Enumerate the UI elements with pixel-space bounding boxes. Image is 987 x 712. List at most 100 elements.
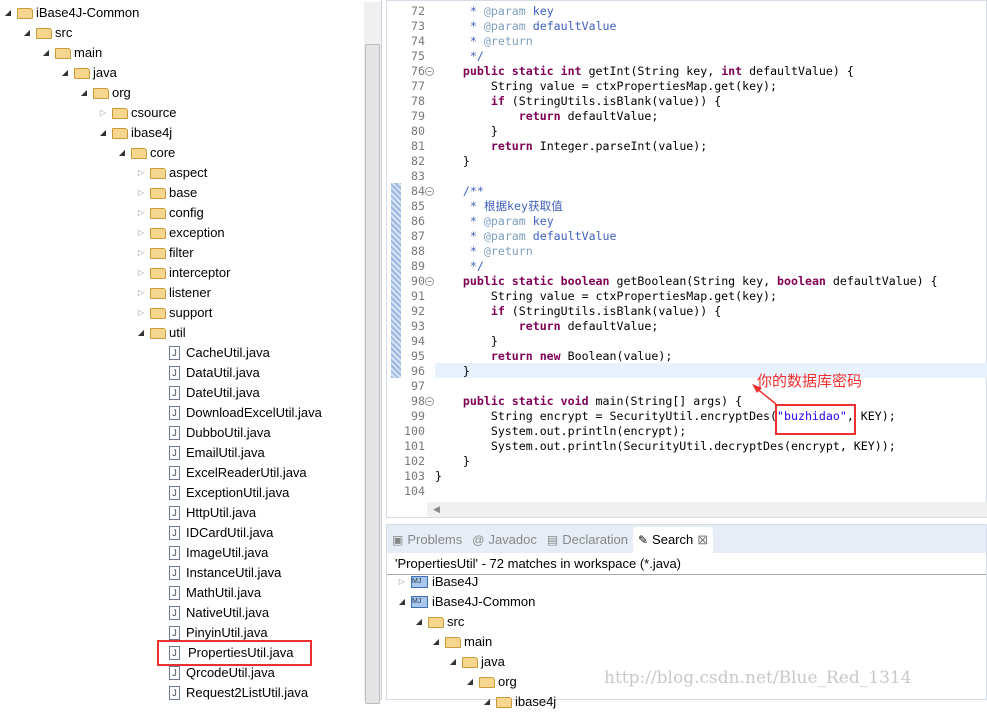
- code-text: * @param defaultValue: [435, 19, 617, 34]
- tree-item[interactable]: ◢ main: [431, 632, 492, 652]
- tree-item[interactable]: ▷ base: [136, 183, 197, 203]
- tree-item-label: java: [93, 65, 117, 80]
- expanded-arrow-icon[interactable]: ◢: [98, 123, 108, 143]
- at-icon: @: [472, 533, 485, 547]
- expanded-arrow-icon[interactable]: ◢: [117, 143, 127, 163]
- tree-item[interactable]: J DownloadExcelUtil.java: [155, 403, 322, 423]
- tree-item[interactable]: ▷ listener: [136, 283, 211, 303]
- tree-item[interactable]: J ExcelReaderUtil.java: [155, 463, 307, 483]
- tree-item[interactable]: J InstanceUtil.java: [155, 563, 281, 583]
- collapsed-arrow-icon[interactable]: ▷: [98, 103, 108, 123]
- fold-toggle-icon[interactable]: −: [425, 67, 434, 76]
- tree-item[interactable]: ▷ filter: [136, 243, 194, 263]
- tree-item[interactable]: J QrcodeUtil.java: [155, 663, 275, 683]
- code-token: return new: [490, 349, 561, 363]
- tree-item[interactable]: ◢ java: [60, 63, 117, 83]
- tree-item[interactable]: J HttpUtil.java: [155, 503, 256, 523]
- tree-item[interactable]: ◢ src: [22, 23, 72, 43]
- tree-item[interactable]: J Request2ListUtil.java: [155, 683, 308, 703]
- tree-item[interactable]: ◢ ibase4j: [482, 692, 556, 712]
- expanded-arrow-icon[interactable]: ◢: [431, 632, 441, 652]
- expanded-arrow-icon[interactable]: ◢: [482, 692, 492, 712]
- tree-item[interactable]: ▷ interceptor: [136, 263, 231, 283]
- tree-item-label: iBase4J: [432, 574, 479, 589]
- collapsed-arrow-icon[interactable]: ▷: [136, 303, 146, 323]
- tree-item[interactable]: J IDCardUtil.java: [155, 523, 273, 543]
- code-token: boolean: [777, 274, 826, 288]
- tree-item[interactable]: J EmailUtil.java: [155, 443, 265, 463]
- tree-item[interactable]: J DataUtil.java: [155, 363, 260, 383]
- editor-horizontal-scrollbar[interactable]: ◀: [427, 502, 987, 517]
- tree-item[interactable]: J MathUtil.java: [155, 583, 261, 603]
- tree-item[interactable]: J ImageUtil.java: [155, 543, 268, 563]
- collapsed-arrow-icon[interactable]: ▷: [136, 223, 146, 243]
- tree-item[interactable]: J ExceptionUtil.java: [155, 483, 289, 503]
- tree-item[interactable]: J CacheUtil.java: [155, 343, 270, 363]
- fold-toggle-icon[interactable]: −: [425, 277, 434, 286]
- expanded-arrow-icon[interactable]: ◢: [79, 83, 89, 103]
- tree-item[interactable]: J NativeUtil.java: [155, 603, 269, 623]
- tree-item[interactable]: J DubboUtil.java: [155, 423, 271, 443]
- tree-item[interactable]: ◢ src: [414, 612, 464, 632]
- tab-declaration[interactable]: ▤ Declaration: [542, 527, 633, 553]
- code-editor[interactable]: 72 * @param key 73 * @param defaultValue 7…: [386, 0, 987, 518]
- tree-item[interactable]: ▷ support: [136, 303, 212, 323]
- expanded-arrow-icon[interactable]: ◢: [448, 652, 458, 672]
- collapsed-arrow-icon[interactable]: ▷: [397, 572, 407, 592]
- collapsed-arrow-icon[interactable]: ▷: [136, 263, 146, 283]
- password-highlight-box: [775, 404, 856, 435]
- tree-item[interactable]: ◢ MJ iBase4J-Common: [397, 592, 535, 612]
- collapsed-arrow-icon[interactable]: ▷: [136, 163, 146, 183]
- tree-item[interactable]: ◢ util: [136, 323, 186, 343]
- tree-item[interactable]: ◢ java: [448, 652, 505, 672]
- tree-item[interactable]: ◢ core: [117, 143, 175, 163]
- tree-item[interactable]: ◢ ibase4j: [98, 123, 172, 143]
- tree-item[interactable]: ▷ exception: [136, 223, 225, 243]
- tree-item-label: support: [169, 305, 213, 320]
- tree-item-label: ExcelReaderUtil.java: [186, 465, 307, 480]
- folder-icon: [112, 107, 128, 119]
- tree-scrollbar[interactable]: [364, 2, 381, 704]
- code-token: @param: [483, 229, 526, 243]
- fold-toggle-icon[interactable]: −: [425, 397, 434, 406]
- expanded-arrow-icon[interactable]: ◢: [136, 323, 146, 343]
- expanded-arrow-icon[interactable]: ◢: [60, 63, 70, 83]
- collapsed-arrow-icon[interactable]: ▷: [136, 283, 146, 303]
- tree-item[interactable]: J DateUtil.java: [155, 383, 260, 403]
- line-number: 81: [411, 139, 425, 153]
- java-file-icon: J: [169, 546, 180, 560]
- expanded-arrow-icon[interactable]: ◢: [41, 43, 51, 63]
- close-icon[interactable]: ⊠: [697, 527, 708, 553]
- expanded-arrow-icon[interactable]: ◢: [22, 23, 32, 43]
- tree-item[interactable]: J PinyinUtil.java: [155, 623, 268, 643]
- collapsed-arrow-icon[interactable]: ▷: [136, 243, 146, 263]
- tab-javadoc[interactable]: @ Javadoc: [467, 527, 542, 553]
- tab-search[interactable]: ✎ Search ⊠: [632, 527, 714, 553]
- scrollbar-thumb[interactable]: [365, 44, 380, 704]
- tree-item[interactable]: ▷ config: [136, 203, 204, 223]
- code-line: 74 * @return: [387, 34, 987, 49]
- collapsed-arrow-icon[interactable]: ▷: [136, 203, 146, 223]
- tree-item[interactable]: ◢ org: [79, 83, 131, 103]
- expanded-arrow-icon[interactable]: ◢: [3, 3, 13, 23]
- collapsed-arrow-icon[interactable]: ▷: [136, 183, 146, 203]
- tree-item[interactable]: ▷ MJ iBase4J: [397, 572, 478, 592]
- tree-item[interactable]: ▷ csource: [98, 103, 177, 123]
- java-file-icon: J: [169, 586, 180, 600]
- tab-problems[interactable]: ▣ Problems: [387, 527, 467, 553]
- code-token: defaultValue;: [560, 109, 659, 123]
- tree-item[interactable]: ◢ iBase4J-Common: [3, 3, 139, 23]
- code-text: }: [435, 334, 498, 349]
- expanded-arrow-icon[interactable]: ◢: [414, 612, 424, 632]
- tree-item[interactable]: ◢ main: [41, 43, 102, 63]
- expanded-arrow-icon[interactable]: ◢: [397, 592, 407, 612]
- code-token: public static void: [462, 394, 589, 408]
- fold-toggle-icon[interactable]: −: [425, 187, 434, 196]
- tree-item[interactable]: ▷ aspect: [136, 163, 207, 183]
- tree-item[interactable]: J PropertiesUtil.java: [155, 640, 312, 666]
- tree-item[interactable]: ◢ org: [465, 672, 517, 692]
- code-line: 82 }: [387, 154, 987, 169]
- expanded-arrow-icon[interactable]: ◢: [465, 672, 475, 692]
